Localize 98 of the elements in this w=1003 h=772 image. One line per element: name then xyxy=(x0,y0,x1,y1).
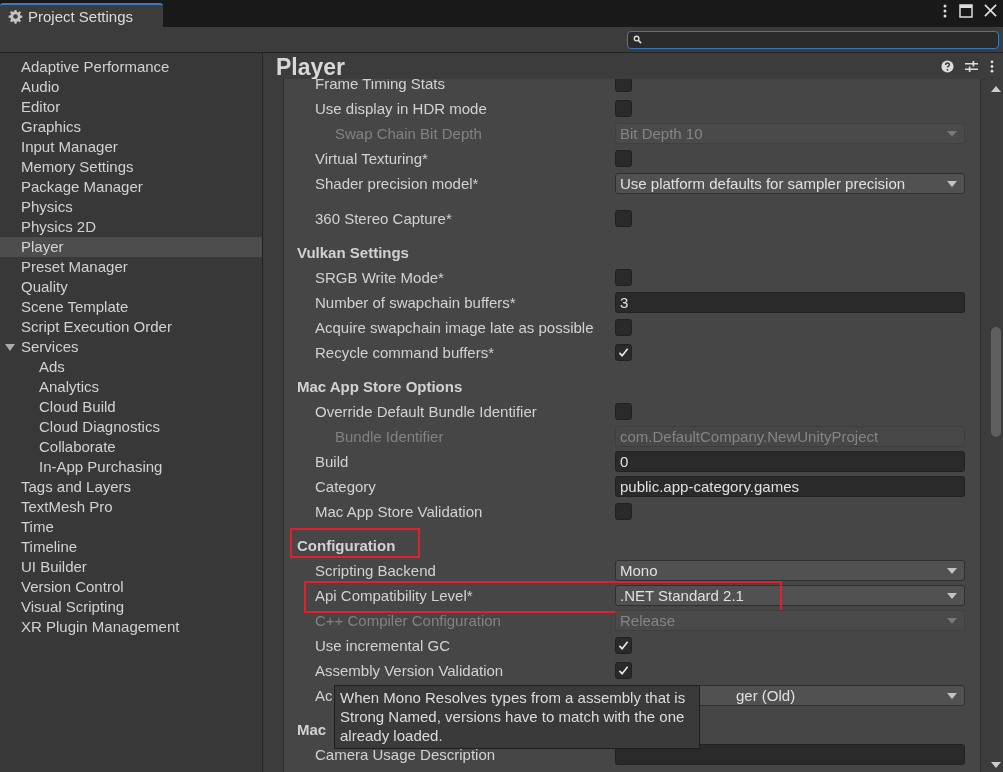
setting-label: Shader precision model* xyxy=(315,175,479,192)
close-icon[interactable] xyxy=(984,4,997,17)
sidebar-item[interactable]: Memory Settings xyxy=(0,157,262,177)
dropdown[interactable]: Mono xyxy=(615,560,965,581)
setting-label: Use display in HDR mode xyxy=(315,100,487,117)
text-field[interactable]: public.app-category.games xyxy=(615,476,965,497)
checkbox[interactable] xyxy=(615,503,632,520)
text-field[interactable]: 0 xyxy=(615,451,965,472)
maximize-icon[interactable] xyxy=(959,3,973,18)
sidebar-item[interactable]: Time xyxy=(0,517,262,537)
sidebar-item[interactable]: Tags and Layers xyxy=(0,477,262,497)
setting-label: Recycle command buffers* xyxy=(315,344,494,361)
sidebar-item[interactable]: Version Control xyxy=(0,577,262,597)
gear-icon xyxy=(8,8,23,24)
setting-label: Api Compatibility Level* xyxy=(315,587,473,604)
section-heading: Configuration xyxy=(296,537,396,554)
sidebar-item[interactable]: Timeline xyxy=(0,537,262,557)
sidebar-item[interactable]: Visual Scripting xyxy=(0,597,262,617)
checkbox[interactable] xyxy=(615,319,632,336)
help-icon[interactable] xyxy=(941,59,954,73)
tooltip: When Mono Resolves types from a assembly that is Strong Named, versions have to match with the one already loaded. xyxy=(334,685,700,749)
checkbox[interactable] xyxy=(615,344,632,361)
checkmark-icon xyxy=(618,640,629,651)
sidebar-item[interactable]: Script Execution Order xyxy=(0,317,262,337)
setting-label: Scripting Backend xyxy=(315,562,436,579)
text-field[interactable]: 3 xyxy=(615,292,965,313)
sidebar-item[interactable]: XR Plugin Management xyxy=(0,617,262,637)
checkbox[interactable] xyxy=(615,662,632,679)
checkmark-icon xyxy=(618,347,629,358)
sidebar-item[interactable]: Cloud Build xyxy=(0,397,262,417)
scroll-up-icon[interactable] xyxy=(990,86,1001,92)
setting-label: SRGB Write Mode* xyxy=(315,269,444,286)
setting-label: Category xyxy=(315,478,376,495)
sidebar-item[interactable]: UI Builder xyxy=(0,557,262,577)
setting-label: C++ Compiler Configuration xyxy=(315,612,501,629)
more-options-icon[interactable] xyxy=(989,58,995,74)
sidebar-item[interactable]: Graphics xyxy=(0,117,262,137)
sidebar-item[interactable]: Player xyxy=(0,237,262,257)
page-title: Player xyxy=(276,53,346,80)
checkbox[interactable] xyxy=(615,210,632,227)
setting-label: Camera Usage Description xyxy=(315,746,496,763)
caret-icon xyxy=(947,617,957,624)
scrollbar-thumb[interactable] xyxy=(990,327,1001,437)
checkbox[interactable] xyxy=(615,269,632,286)
sidebar-item[interactable]: Preset Manager xyxy=(0,257,262,277)
scroll-down-icon[interactable] xyxy=(990,762,1001,768)
more-options-icon[interactable] xyxy=(942,2,948,19)
sidebar-item[interactable]: In-App Purchasing xyxy=(0,457,262,477)
text-field[interactable] xyxy=(615,744,965,765)
search-field[interactable] xyxy=(627,30,999,49)
sidebar-item[interactable]: Collaborate xyxy=(0,437,262,457)
checkbox[interactable] xyxy=(615,637,632,654)
setting-label: Assembly Version Validation xyxy=(315,662,504,679)
expand-triangle-icon[interactable] xyxy=(5,342,15,352)
checkbox[interactable] xyxy=(615,403,632,420)
checkmark-icon xyxy=(618,665,629,676)
sidebar-item[interactable]: Input Manager xyxy=(0,137,262,157)
checkbox[interactable] xyxy=(615,79,632,92)
setting-label: Override Default Bundle Identifier xyxy=(315,403,537,420)
dropdown[interactable]: Use platform defaults for sampler precision xyxy=(615,173,965,194)
sidebar-item[interactable]: Cloud Diagnostics xyxy=(0,417,262,437)
setting-label: Ac xyxy=(315,687,333,704)
sidebar-item[interactable]: Audio xyxy=(0,77,262,97)
sidebar-item[interactable]: Analytics xyxy=(0,377,262,397)
setting-label: Acquire swapchain image late as possible xyxy=(315,319,594,336)
sidebar-item[interactable]: Quality xyxy=(0,277,262,297)
setting-label: Mac App Store Validation xyxy=(315,503,483,520)
checkbox[interactable] xyxy=(615,100,632,117)
sliders-icon[interactable] xyxy=(965,59,978,73)
sidebar-item[interactable]: Scene Template xyxy=(0,297,262,317)
sidebar-item[interactable]: Package Manager xyxy=(0,177,262,197)
sidebar-item[interactable]: Ads xyxy=(0,357,262,377)
section-heading: Mac App Store Options xyxy=(296,378,463,395)
sidebar-item[interactable]: Physics xyxy=(0,197,262,217)
section-heading: Mac xyxy=(296,721,327,738)
dropdown[interactable]: .NET Standard 2.1 xyxy=(615,585,965,606)
setting-label: 360 Stereo Capture* xyxy=(315,210,452,227)
caret-icon xyxy=(947,692,957,699)
caret-icon xyxy=(947,180,957,187)
setting-label: Frame Timing Stats xyxy=(315,79,446,92)
sidebar-item[interactable]: Adaptive Performance xyxy=(0,57,262,77)
caret-icon xyxy=(947,567,957,574)
section-heading: Vulkan Settings xyxy=(296,244,409,261)
caret-icon xyxy=(947,130,957,137)
checkbox[interactable] xyxy=(615,150,632,167)
search-icon xyxy=(633,35,642,44)
setting-label: Bundle Identifier xyxy=(335,428,444,445)
setting-label: Number of swapchain buffers* xyxy=(315,294,516,311)
sidebar-item[interactable]: Services xyxy=(0,337,262,357)
caret-icon xyxy=(947,592,957,599)
window-tab[interactable]: Project Settings xyxy=(0,3,163,27)
setting-label: Use incremental GC xyxy=(315,637,451,654)
setting-label: Swap Chain Bit Depth xyxy=(335,125,482,142)
sidebar-item[interactable]: Physics 2D xyxy=(0,217,262,237)
sidebar-item[interactable]: TextMesh Pro xyxy=(0,497,262,517)
setting-label: Virtual Texturing* xyxy=(315,150,428,167)
setting-label: Build xyxy=(315,453,349,470)
sidebar-item[interactable]: Editor xyxy=(0,97,262,117)
